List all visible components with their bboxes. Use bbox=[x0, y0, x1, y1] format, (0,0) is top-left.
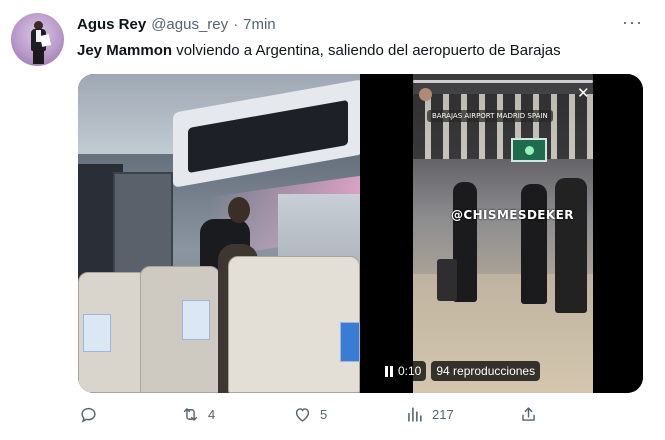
photo-airplane-cabin[interactable] bbox=[78, 74, 360, 393]
avatar[interactable] bbox=[11, 13, 64, 66]
action-bar: 4 5 217 bbox=[79, 405, 639, 429]
retweet-count: 4 bbox=[208, 407, 216, 422]
heart-icon bbox=[295, 408, 310, 422]
reply-button[interactable] bbox=[79, 405, 106, 424]
person-silhouette bbox=[521, 184, 547, 304]
video-elapsed: 0:10 bbox=[398, 364, 422, 378]
views-button[interactable]: 217 bbox=[405, 405, 454, 424]
tweet-time[interactable]: 7min bbox=[243, 16, 276, 33]
video-time-pill[interactable]: 0:10 bbox=[380, 361, 427, 381]
tweet-text-body: volviendo a Argentina, saliendo del aero… bbox=[172, 42, 561, 59]
story-avatar bbox=[419, 88, 432, 101]
like-count: 5 bbox=[320, 407, 328, 422]
video-watermark: @CHISMESDEKER bbox=[451, 208, 574, 222]
suitcase bbox=[437, 259, 457, 301]
tweet-mention[interactable]: Jey Mammon bbox=[77, 42, 172, 59]
share-button[interactable] bbox=[519, 405, 538, 424]
views-chart-icon bbox=[408, 407, 422, 422]
story-location-tag: BARAJAS AIRPORT MADRID SPAIN bbox=[427, 110, 553, 122]
tweet-text: Jey Mammon volviendo a Argentina, salien… bbox=[77, 41, 647, 61]
video-views: 94 reproducciones bbox=[436, 364, 536, 378]
tweet-header: Agus Rey @agus_rey · 7min bbox=[77, 16, 276, 33]
avatar-figure-legs bbox=[33, 50, 44, 64]
retweet-icon bbox=[183, 408, 198, 421]
story-progress-bar bbox=[413, 80, 593, 83]
airport-ceiling-lights bbox=[413, 94, 593, 159]
screen-glow bbox=[525, 146, 534, 155]
tweet[interactable]: Agus Rey @agus_rey · 7min ··· Jey Mammon… bbox=[0, 0, 665, 440]
person-silhouette bbox=[555, 178, 587, 313]
author-name[interactable]: Agus Rey bbox=[77, 16, 146, 33]
airport-screen bbox=[511, 138, 547, 162]
video-controls: 0:10 94 reproducciones bbox=[380, 361, 541, 381]
more-options-icon[interactable]: ··· bbox=[622, 12, 643, 33]
pause-icon[interactable] bbox=[385, 365, 393, 377]
reply-icon bbox=[81, 407, 96, 423]
avatar-figure-paper bbox=[39, 34, 52, 47]
video-airport[interactable]: ✕ BARAJAS AIRPORT MADRID SPAIN @CHISMESD… bbox=[362, 74, 643, 393]
person-head bbox=[228, 197, 250, 223]
video-views-pill: 94 reproducciones bbox=[431, 361, 541, 381]
close-icon: ✕ bbox=[577, 85, 590, 102]
retweet-button[interactable]: 4 bbox=[181, 405, 215, 424]
seat-tag bbox=[83, 314, 111, 352]
seat-tag bbox=[340, 322, 360, 362]
views-count: 217 bbox=[432, 407, 454, 422]
video-frame: ✕ BARAJAS AIRPORT MADRID SPAIN @CHISMESD… bbox=[413, 74, 593, 393]
separator-dot: · bbox=[233, 16, 239, 33]
author-handle[interactable]: @agus_rey bbox=[151, 16, 228, 33]
media-container[interactable]: ✕ BARAJAS AIRPORT MADRID SPAIN @CHISMESD… bbox=[78, 74, 643, 393]
like-button[interactable]: 5 bbox=[293, 405, 327, 424]
seat-tag bbox=[182, 300, 210, 340]
share-icon bbox=[522, 407, 535, 421]
